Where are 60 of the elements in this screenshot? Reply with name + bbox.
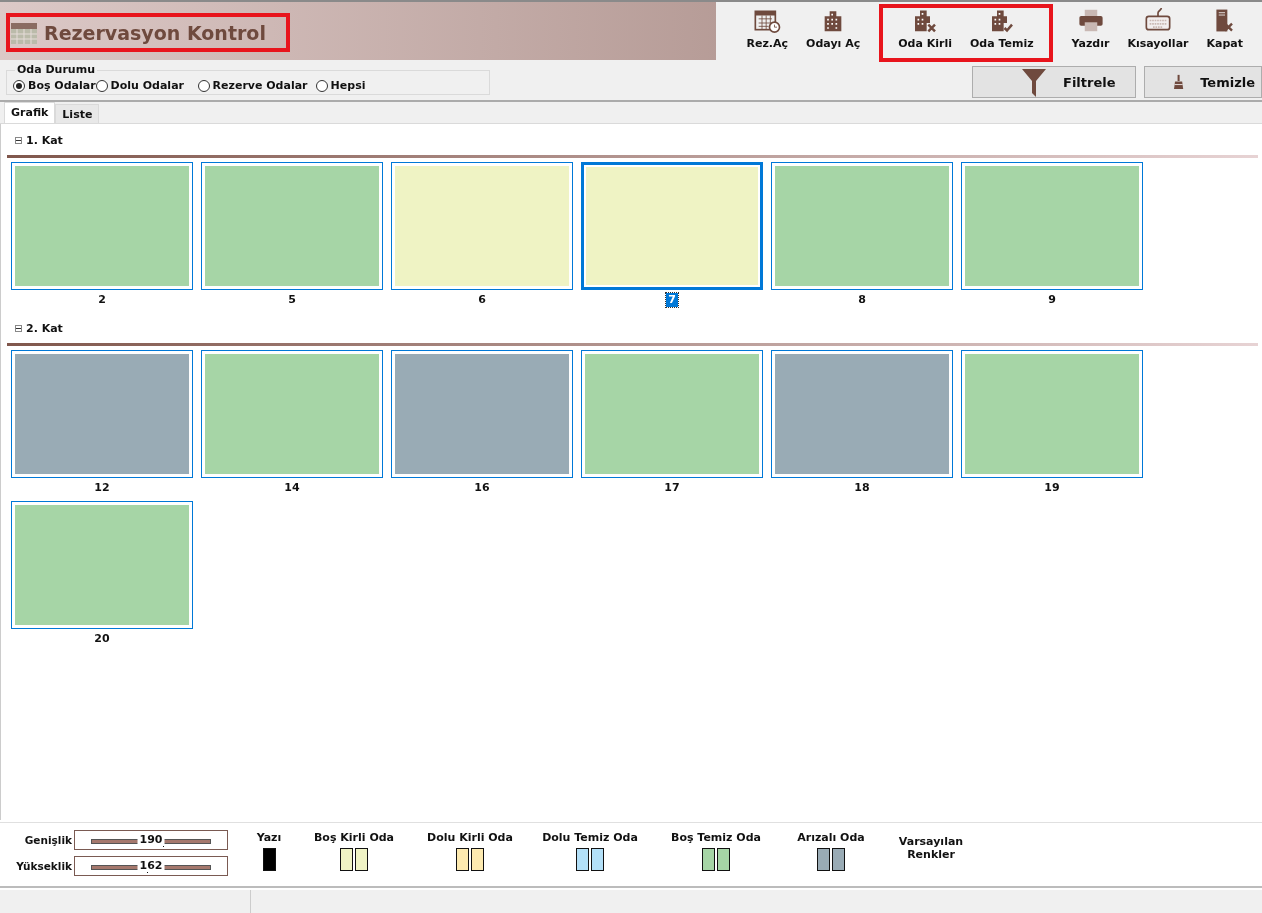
room-number: 2	[97, 293, 107, 307]
room-number: 7	[666, 293, 678, 307]
collapse-toggle[interactable]	[15, 324, 22, 332]
collapse-toggle[interactable]	[15, 136, 22, 144]
legend-label: Boş Kirli Oda	[313, 831, 395, 844]
room-number: 9	[1047, 293, 1057, 307]
action-button[interactable]: Filtrele	[972, 66, 1136, 98]
radio-option[interactable]: Dolu Odalar	[95, 77, 198, 94]
funnel-icon	[1021, 67, 1047, 97]
toolbar-button[interactable]: Kısayollar	[1118, 8, 1198, 58]
radio-option[interactable]: Boş Odalar	[13, 77, 96, 94]
slider-value: 190	[137, 834, 165, 846]
action-button[interactable]: Temizle	[1144, 66, 1262, 98]
room-number: 16	[473, 481, 491, 495]
default-colors-button[interactable]: Varsayılan Renkler	[896, 831, 966, 861]
toolbar-button[interactable]: Oda Temiz	[960, 8, 1043, 58]
slider-label: Yükseklik	[15, 859, 72, 873]
legend-label: Yazı	[256, 831, 282, 844]
color-swatch[interactable]	[456, 848, 469, 871]
color-swatch[interactable]	[355, 848, 368, 871]
radio-option[interactable]: Rezerve Odalar	[197, 77, 316, 94]
tab[interactable]: Liste	[55, 104, 100, 123]
toolbar-button[interactable]: Rez.Aç	[737, 8, 798, 58]
slider-value: 162	[137, 860, 165, 872]
color-swatch[interactable]	[262, 848, 276, 871]
toolbar-button[interactable]: Odayı Aç	[797, 8, 870, 58]
room-number: 6	[477, 293, 487, 307]
radio-option[interactable]: Hepsi	[315, 77, 434, 94]
color-swatch[interactable]	[832, 848, 845, 871]
color-swatch[interactable]	[591, 848, 604, 871]
slider-label: Genişlik	[23, 833, 72, 847]
color-swatch[interactable]	[576, 848, 589, 871]
room-number: 20	[93, 632, 111, 646]
room-number: 8	[857, 293, 867, 307]
room-number: 14	[283, 481, 301, 495]
size-slider[interactable]: 162	[74, 856, 228, 876]
floor-title: 1. Kat	[26, 133, 63, 147]
color-swatch[interactable]	[702, 848, 715, 871]
legend-label: Arızalı Oda	[797, 831, 865, 844]
room-number: 5	[287, 293, 297, 307]
app-title: Rezervasyon Kontrol	[44, 21, 266, 44]
legend-label: Boş Temiz Oda	[671, 831, 761, 844]
toolbar-button[interactable]: Yazdır	[1062, 8, 1119, 58]
group-legend: Oda Durumu	[15, 63, 97, 76]
floor-title: 2. Kat	[26, 321, 63, 335]
legend-label: Dolu Temiz Oda	[542, 831, 638, 844]
legend-label: Dolu Kirli Oda	[427, 831, 513, 844]
size-slider[interactable]: 190	[74, 830, 228, 850]
color-swatch[interactable]	[717, 848, 730, 871]
color-swatch[interactable]	[340, 848, 353, 871]
room-number: 12	[93, 481, 111, 495]
room-number: 19	[1043, 481, 1061, 495]
room-number: 17	[663, 481, 681, 495]
toolbar-button[interactable]: Oda Kirli	[889, 8, 961, 58]
color-swatch[interactable]	[471, 848, 484, 871]
calendar-icon	[10, 20, 38, 45]
tab[interactable]: Grafik	[4, 102, 56, 123]
room-number: 18	[853, 481, 871, 495]
toolbar-button[interactable]: Kapat	[1197, 8, 1252, 58]
color-swatch[interactable]	[817, 848, 830, 871]
